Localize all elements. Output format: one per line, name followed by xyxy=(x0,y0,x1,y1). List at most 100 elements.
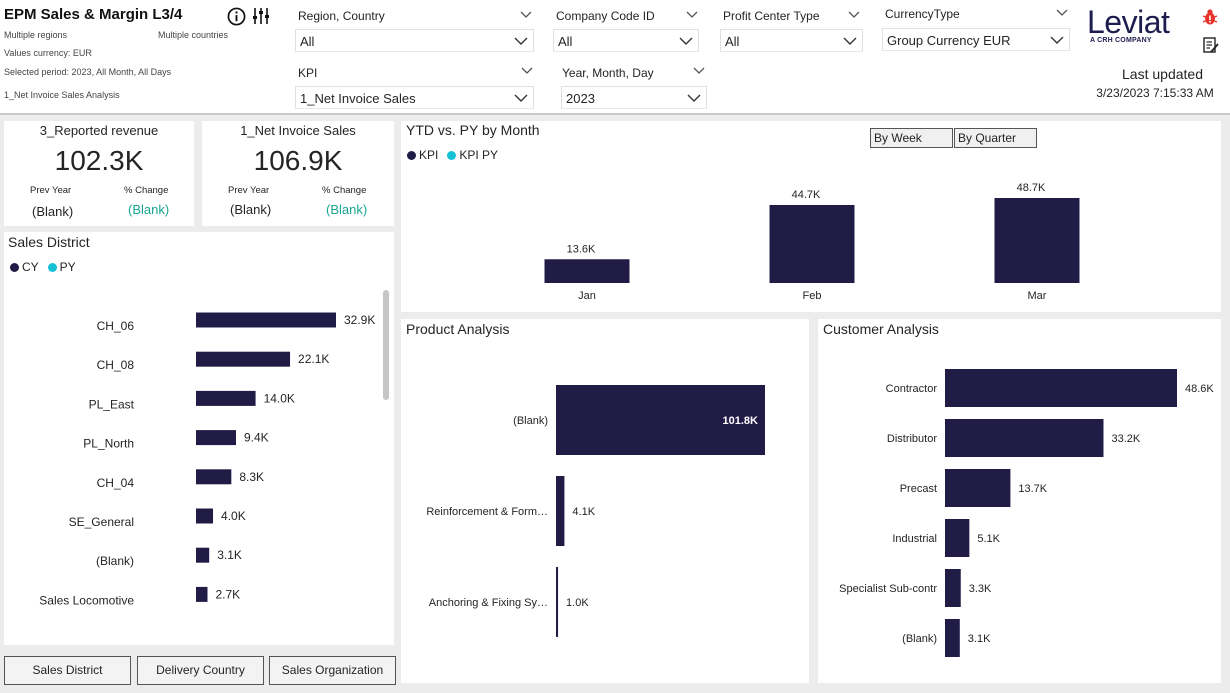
scrollbar[interactable] xyxy=(383,290,389,400)
kpi-slicer-label: KPI xyxy=(298,66,318,80)
data-label: 33.2K xyxy=(1111,433,1140,445)
chevron-down-icon[interactable] xyxy=(686,11,698,19)
sliders-icon[interactable] xyxy=(251,6,271,26)
bar xyxy=(556,567,559,637)
data-label: 4.0K xyxy=(221,509,246,523)
profit-center-dropdown[interactable]: All xyxy=(720,29,863,52)
region-dropdown-value: All xyxy=(300,34,315,49)
prev-year-label: Prev Year xyxy=(30,185,72,196)
data-label: 48.6K xyxy=(1185,383,1214,395)
company-slicer-label: Company Code ID xyxy=(556,9,655,23)
prev-year-value: (Blank) xyxy=(32,204,74,219)
visual-title: Sales District xyxy=(8,234,90,250)
company-dropdown-value: All xyxy=(558,34,573,49)
sales-district-button[interactable]: Sales District xyxy=(4,656,131,685)
category-label: Precast xyxy=(900,483,937,495)
bar xyxy=(945,519,970,557)
category-label: CH_04 xyxy=(97,476,135,490)
category-label: (Blank) xyxy=(902,633,937,645)
pct-change-label: % Change xyxy=(322,185,367,196)
kpi-card-title: 1_Net Invoice Sales xyxy=(240,123,356,138)
bar xyxy=(196,547,210,563)
prev-year-value: (Blank) xyxy=(230,202,272,217)
legend-label-kpi: KPI xyxy=(419,148,439,162)
chevron-down-icon xyxy=(687,94,701,102)
category-label: (Blank) xyxy=(513,415,548,427)
by-quarter-button[interactable]: By Quarter xyxy=(954,128,1037,148)
delivery-country-button[interactable]: Delivery Country xyxy=(137,656,264,685)
data-label: 3.1K xyxy=(968,633,991,645)
region-dropdown[interactable]: All xyxy=(295,29,534,52)
bar xyxy=(544,259,630,283)
by-week-button[interactable]: By Week xyxy=(870,128,953,148)
bar xyxy=(945,419,1104,457)
data-label: 9.4K xyxy=(244,431,269,445)
analysis-text: 1_Net Invoice Sales Analysis xyxy=(4,90,120,100)
data-label: 1.0K xyxy=(566,597,589,609)
report-header: EPM Sales & Margin L3/4 Multiple regions… xyxy=(0,0,1230,115)
data-label: 101.8K xyxy=(723,415,759,427)
region-slicer-label: Region, Country xyxy=(298,9,385,23)
legend-dot-kpi-py xyxy=(447,150,457,160)
data-label: 48.7K xyxy=(1017,182,1046,194)
data-label: 8.3K xyxy=(239,470,264,484)
chevron-down-icon xyxy=(514,94,528,102)
kpi-card-net-invoice-sales: 1_Net Invoice Sales 106.9K Prev Year % C… xyxy=(202,121,394,226)
chevron-down-icon[interactable] xyxy=(521,67,533,75)
category-label: Sales Locomotive xyxy=(39,593,134,607)
product-chart: (Blank) 101.8K Reinforcement & Form… 4.1K An… xyxy=(426,385,765,637)
pct-change-value: (Blank) xyxy=(326,202,368,217)
chevron-down-icon[interactable] xyxy=(520,11,532,19)
sales-organization-button[interactable]: Sales Organization xyxy=(269,656,396,685)
chevron-down-icon xyxy=(1050,36,1064,44)
bar xyxy=(945,369,1177,407)
regions-text: Multiple regions xyxy=(4,30,68,40)
ytd-legend: KPI KPI PY xyxy=(407,148,498,162)
visual-title: Product Analysis xyxy=(406,321,510,337)
kpi-card-title: 3_Reported revenue xyxy=(39,123,159,138)
countries-text: Multiple countries xyxy=(158,30,229,40)
bar xyxy=(769,204,855,283)
category-label: PL_North xyxy=(83,437,134,451)
chevron-down-icon[interactable] xyxy=(693,67,705,75)
data-label: 14.0K xyxy=(264,391,295,405)
pct-change-value: (Blank) xyxy=(128,202,170,217)
notes-icon[interactable] xyxy=(1202,36,1220,54)
info-icon[interactable] xyxy=(227,7,246,26)
leviat-logo-subtitle: A CRH COMPANY xyxy=(1090,37,1152,44)
bar xyxy=(196,508,214,524)
bug-icon[interactable] xyxy=(1201,8,1219,26)
x-tick-label: Mar xyxy=(1028,290,1047,302)
chevron-down-icon[interactable] xyxy=(848,11,860,19)
date-dropdown[interactable]: 2023 xyxy=(561,86,707,109)
data-label: 22.1K xyxy=(298,352,329,366)
ytd-vs-py-visual: YTD vs. PY by Month KPI KPI PY By Week B… xyxy=(401,121,1221,312)
data-label: 3.3K xyxy=(969,583,992,595)
data-label: 13.7K xyxy=(1018,483,1047,495)
profit-center-slicer-label: Profit Center Type xyxy=(723,9,820,23)
kpi-dropdown[interactable]: 1_Net Invoice Sales xyxy=(295,86,534,109)
chevron-down-icon xyxy=(843,37,857,45)
category-label: CH_08 xyxy=(97,358,135,372)
category-label: SE_General xyxy=(69,515,134,529)
bar xyxy=(196,312,336,328)
currency-dropdown[interactable]: Group Currency EUR xyxy=(882,28,1070,51)
category-label: Industrial xyxy=(892,533,937,545)
report-title: EPM Sales & Margin L3/4 xyxy=(4,6,183,23)
chevron-down-icon[interactable] xyxy=(1056,9,1068,17)
kpi-dropdown-value: 1_Net Invoice Sales xyxy=(300,91,416,106)
kpi-card-reported-revenue: 3_Reported revenue 102.3K Prev Year % Ch… xyxy=(4,121,194,226)
bar xyxy=(945,469,1011,507)
bar xyxy=(945,569,961,607)
category-label: (Blank) xyxy=(96,554,134,568)
category-label: Anchoring & Fixing Sy… xyxy=(429,597,548,609)
leviat-logo: Leviat xyxy=(1087,4,1170,40)
company-dropdown[interactable]: All xyxy=(553,29,699,52)
category-label: CH_06 xyxy=(97,319,135,333)
currency-dropdown-value: Group Currency EUR xyxy=(887,33,1011,48)
visual-title: YTD vs. PY by Month xyxy=(406,122,540,138)
bar xyxy=(556,476,565,546)
currency-text: Values currency: EUR xyxy=(4,48,92,58)
legend-dot-cy xyxy=(10,262,19,272)
legend-label-py: PY xyxy=(59,260,76,274)
